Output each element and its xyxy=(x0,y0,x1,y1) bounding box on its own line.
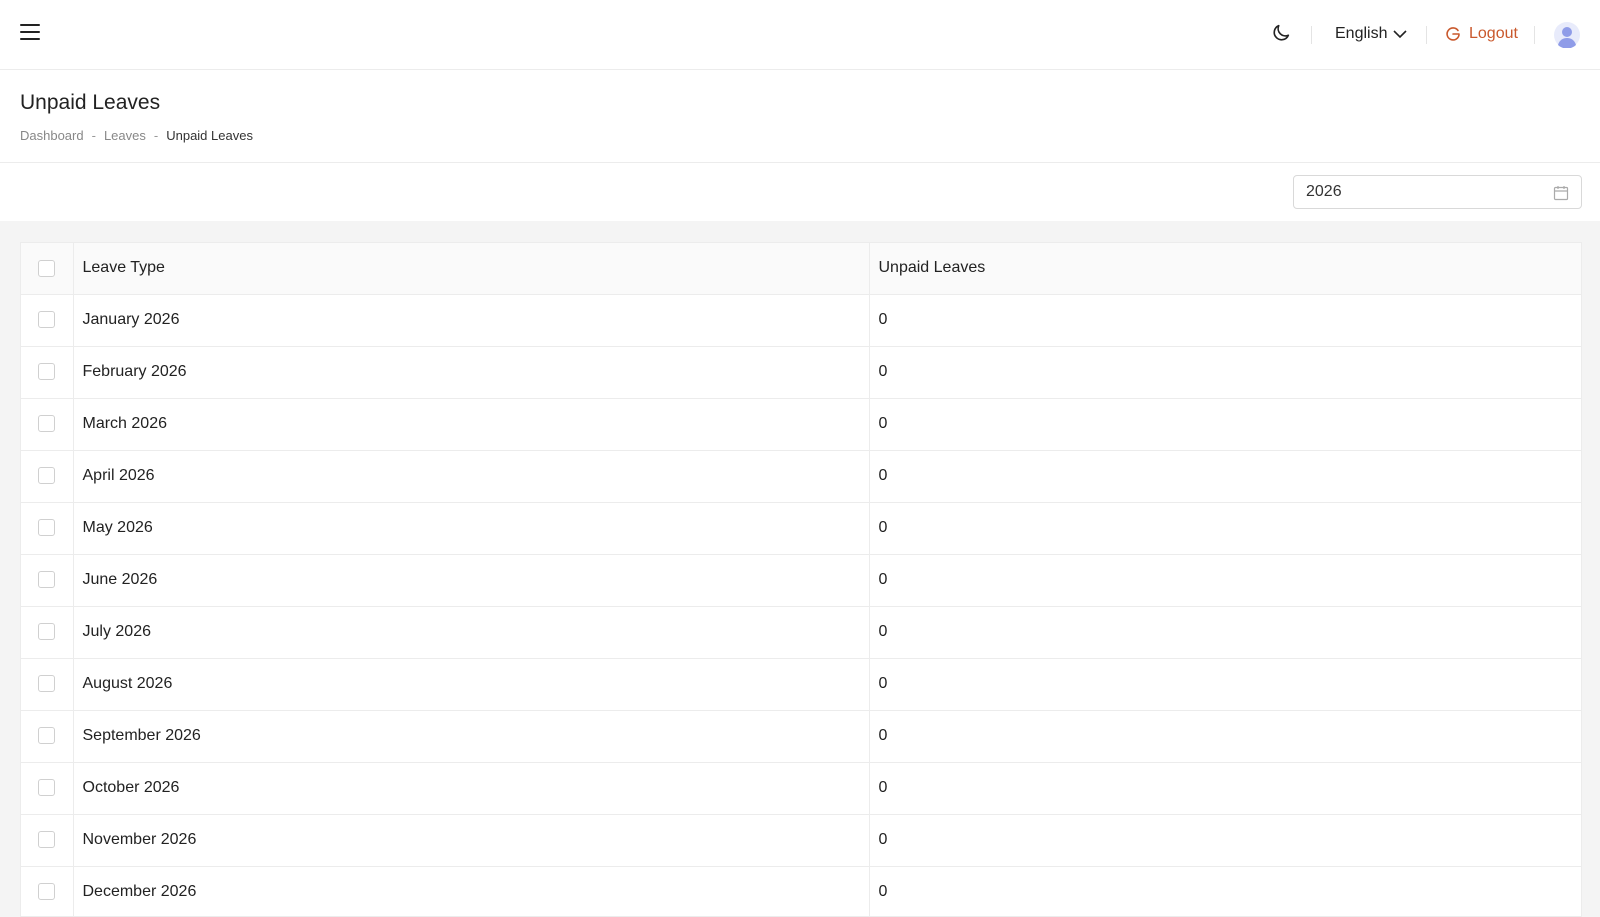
unpaid-count-cell: 0 xyxy=(869,866,1581,916)
row-checkbox[interactable] xyxy=(38,727,56,745)
unpaid-count-cell: 0 xyxy=(869,450,1581,503)
chevron-down-icon xyxy=(1393,30,1408,39)
moon-icon[interactable] xyxy=(1270,22,1292,44)
filter-bar xyxy=(0,163,1600,221)
select-all-cell xyxy=(21,243,74,295)
row-checkbox[interactable] xyxy=(38,467,56,485)
row-checkbox[interactable] xyxy=(38,363,56,381)
row-check-cell xyxy=(21,658,74,711)
leave-type-cell: December 2026 xyxy=(73,866,870,916)
row-checkbox[interactable] xyxy=(38,831,56,849)
unpaid-count-cell: 0 xyxy=(869,658,1581,711)
table-row: January 2026 0 xyxy=(21,294,1581,347)
row-checkbox[interactable] xyxy=(38,623,56,641)
select-all-checkbox[interactable] xyxy=(38,259,56,277)
row-check-cell xyxy=(21,398,74,451)
unpaid-count-cell: 0 xyxy=(869,762,1581,815)
row-check-cell xyxy=(21,762,74,815)
column-header-unpaid-leaves[interactable]: Unpaid Leaves xyxy=(869,243,1581,295)
row-check-cell xyxy=(21,814,74,867)
unpaid-count-cell: 0 xyxy=(869,814,1581,867)
divider xyxy=(1426,26,1427,44)
leave-type-cell: March 2026 xyxy=(73,398,870,451)
row-check-cell xyxy=(21,554,74,607)
page-title: Unpaid Leaves xyxy=(20,91,161,114)
language-label: English xyxy=(1335,25,1388,42)
unpaid-count-cell: 0 xyxy=(869,398,1581,451)
leave-type-cell: June 2026 xyxy=(73,554,870,607)
table-row: June 2026 0 xyxy=(21,554,1581,607)
table-row: December 2026 0 xyxy=(21,866,1581,916)
leave-type-cell: April 2026 xyxy=(73,450,870,503)
breadcrumb-dashboard[interactable]: Dashboard xyxy=(20,128,84,143)
user-avatar-icon[interactable] xyxy=(1554,22,1580,48)
leave-type-cell: September 2026 xyxy=(73,710,870,763)
breadcrumb-current: Unpaid Leaves xyxy=(166,128,253,143)
row-checkbox[interactable] xyxy=(38,519,56,537)
leave-type-cell: October 2026 xyxy=(73,762,870,815)
row-check-cell xyxy=(21,606,74,659)
row-check-cell xyxy=(21,450,74,503)
table-header-row: Leave Type Unpaid Leaves xyxy=(21,243,1581,295)
table-row: July 2026 0 xyxy=(21,606,1581,659)
divider xyxy=(1311,26,1312,44)
leave-type-cell: January 2026 xyxy=(73,294,870,347)
menu-icon[interactable] xyxy=(20,24,40,42)
logout-button[interactable]: Logout xyxy=(1445,25,1518,43)
leave-type-cell: February 2026 xyxy=(73,346,870,399)
top-header: English Logout xyxy=(0,0,1600,70)
table-row: February 2026 0 xyxy=(21,346,1581,399)
breadcrumb-separator: - xyxy=(153,128,159,143)
logout-icon xyxy=(1446,27,1460,41)
breadcrumb-separator: - xyxy=(91,128,96,143)
table-row: March 2026 0 xyxy=(21,398,1581,451)
breadcrumb-leaves[interactable]: Leaves xyxy=(104,128,146,143)
table-row: September 2026 0 xyxy=(21,710,1581,763)
table-row: May 2026 0 xyxy=(21,502,1581,555)
row-checkbox[interactable] xyxy=(38,571,56,589)
row-check-cell xyxy=(21,866,74,916)
column-header-leave-type[interactable]: Leave Type xyxy=(73,243,870,295)
row-check-cell xyxy=(21,294,74,347)
row-check-cell xyxy=(21,346,74,399)
unpaid-leaves-table: Leave Type Unpaid Leaves January 2026 0 F… xyxy=(20,242,1582,917)
page-header: Unpaid Leaves Dashboard - Leaves - Unpaid Le… xyxy=(0,70,1600,163)
content-area: Leave Type Unpaid Leaves January 2026 0 F… xyxy=(0,221,1600,917)
leave-type-cell: August 2026 xyxy=(73,658,870,711)
unpaid-count-cell: 0 xyxy=(869,502,1581,555)
table-row: October 2026 0 xyxy=(21,762,1581,815)
unpaid-count-cell: 0 xyxy=(869,606,1581,659)
year-picker-input[interactable] xyxy=(1293,175,1582,209)
leave-type-cell: November 2026 xyxy=(73,814,870,867)
row-check-cell xyxy=(21,502,74,555)
row-checkbox[interactable] xyxy=(38,883,56,901)
calendar-icon[interactable] xyxy=(1553,185,1569,201)
logout-label: Logout xyxy=(1469,25,1518,42)
row-checkbox[interactable] xyxy=(38,311,56,329)
row-check-cell xyxy=(21,710,74,763)
row-checkbox[interactable] xyxy=(38,779,56,797)
leave-type-cell: July 2026 xyxy=(73,606,870,659)
divider xyxy=(1534,26,1535,44)
breadcrumb: Dashboard - Leaves - Unpaid Leaves xyxy=(20,128,253,143)
table-row: August 2026 0 xyxy=(21,658,1581,711)
row-checkbox[interactable] xyxy=(38,415,56,433)
unpaid-count-cell: 0 xyxy=(869,554,1581,607)
leave-type-cell: May 2026 xyxy=(73,502,870,555)
table-row: April 2026 0 xyxy=(21,450,1581,503)
table-row: November 2026 0 xyxy=(21,814,1581,867)
row-checkbox[interactable] xyxy=(38,675,56,693)
unpaid-count-cell: 0 xyxy=(869,710,1581,763)
unpaid-count-cell: 0 xyxy=(869,294,1581,347)
unpaid-count-cell: 0 xyxy=(869,346,1581,399)
language-selector[interactable]: English xyxy=(1335,25,1408,43)
